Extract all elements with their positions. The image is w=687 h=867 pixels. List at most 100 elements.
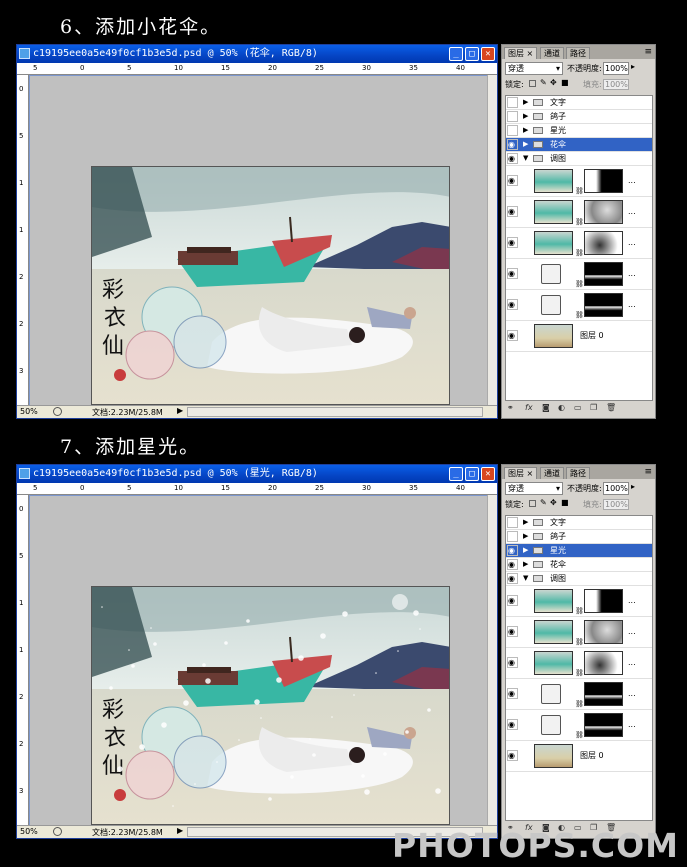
- vertical-scrollbar[interactable]: [487, 75, 497, 407]
- expand-right-icon[interactable]: ▶: [523, 516, 528, 529]
- tab-channels[interactable]: 通道: [540, 47, 564, 59]
- fill-input[interactable]: 100%: [603, 79, 629, 90]
- lock-all-icon[interactable]: ■: [561, 78, 569, 87]
- layer-row[interactable]: ◉ ⛓...: [506, 166, 652, 197]
- expand-down-icon[interactable]: ▼: [523, 572, 528, 585]
- status-menu-arrow-icon[interactable]: ▶: [177, 406, 183, 415]
- lock-move-icon[interactable]: ✥: [550, 78, 557, 87]
- layer-group-row[interactable]: ▶ 星光: [506, 124, 652, 138]
- add-mask-icon[interactable]: ◙: [542, 403, 550, 412]
- lock-transparency-icon[interactable]: [529, 500, 536, 507]
- layer-group-row[interactable]: ◉ ▶ 星光: [506, 544, 652, 558]
- canvas-area[interactable]: 彩 衣 仙: [30, 496, 488, 827]
- opacity-slider-arrow-icon[interactable]: ▸: [631, 482, 635, 491]
- minimize-button[interactable]: _: [449, 47, 463, 61]
- layer-group-row[interactable]: ▶ 鸽子: [506, 110, 652, 124]
- vertical-scrollbar[interactable]: [487, 495, 497, 827]
- tab-layers[interactable]: 图层 ×: [504, 47, 538, 59]
- opacity-slider-arrow-icon[interactable]: ▸: [631, 62, 635, 71]
- document-window[interactable]: c19195ee0a5e49f0cf1b3e5d.psd @ 50% (花伞, …: [16, 44, 498, 419]
- opacity-input[interactable]: 100%: [603, 482, 629, 495]
- layer-row[interactable]: ◉ ⛓...: [506, 617, 652, 648]
- layer-row[interactable]: ◉ ⛓...: [506, 710, 652, 741]
- more-dots: ...: [628, 300, 636, 309]
- layer-row[interactable]: ◉ ⛓...: [506, 679, 652, 710]
- status-menu-arrow-icon[interactable]: ▶: [177, 826, 183, 835]
- blend-mode-select[interactable]: 穿透 ▾: [505, 62, 563, 75]
- layer-row[interactable]: ◉ ⛓...: [506, 586, 652, 617]
- new-layer-icon[interactable]: ❐: [590, 403, 597, 412]
- layer-group-row[interactable]: ◉ ▶ 花伞: [506, 138, 652, 152]
- document-titlebar[interactable]: c19195ee0a5e49f0cf1b3e5d.psd @ 50% (星光, …: [17, 465, 497, 483]
- layer-group-row[interactable]: ▶ 鸽子: [506, 530, 652, 544]
- ruler-tick-label: 15: [221, 64, 230, 72]
- navigator-icon[interactable]: [53, 407, 62, 416]
- expand-right-icon[interactable]: ▶: [523, 124, 528, 137]
- lock-move-icon[interactable]: ✥: [550, 498, 557, 507]
- maximize-button[interactable]: □: [465, 47, 479, 61]
- horizontal-ruler[interactable]: 5 0 5 10 15 20 25 30 35 40: [17, 483, 497, 495]
- expand-right-icon[interactable]: ▶: [523, 110, 528, 123]
- horizontal-scrollbar[interactable]: [187, 407, 483, 417]
- layer-group-row[interactable]: ◉ ▼ 调图: [506, 152, 652, 166]
- opacity-input[interactable]: 100%: [603, 62, 629, 75]
- expand-right-icon[interactable]: ▶: [523, 558, 528, 571]
- expand-right-icon[interactable]: ▶: [523, 138, 528, 151]
- lock-paint-icon[interactable]: ✎: [540, 498, 547, 507]
- canvas-area[interactable]: 彩 衣 仙: [30, 76, 488, 407]
- layer-row[interactable]: ◉ ⛓...: [506, 259, 652, 290]
- layer-row[interactable]: ◉ ⛓...: [506, 290, 652, 321]
- panel-menu-icon[interactable]: ≡: [644, 47, 652, 57]
- expand-down-icon[interactable]: ▼: [523, 152, 528, 165]
- tab-paths[interactable]: 路径: [566, 47, 590, 59]
- minimize-button[interactable]: _: [449, 467, 463, 481]
- maximize-button[interactable]: □: [465, 467, 479, 481]
- lock-all-icon[interactable]: ■: [561, 498, 569, 507]
- vertical-ruler[interactable]: 0 5 1 1 2 2 3: [17, 495, 29, 827]
- zoom-field[interactable]: 50%: [20, 407, 38, 416]
- expand-right-icon[interactable]: ▶: [523, 530, 528, 543]
- delete-layer-icon[interactable]: 🗑: [606, 403, 616, 412]
- blend-mode-select[interactable]: 穿透 ▾: [505, 482, 563, 495]
- visibility-toggle[interactable]: [507, 531, 518, 542]
- layer-group-row[interactable]: ▶ 文字: [506, 516, 652, 530]
- vertical-ruler[interactable]: 0 5 1 1 2 2 3: [17, 75, 29, 407]
- layer-style-icon[interactable]: fx: [525, 403, 533, 412]
- layer-group-row[interactable]: ◉ ▶ 花伞: [506, 558, 652, 572]
- layer-group-row[interactable]: ◉ ▼ 调图: [506, 572, 652, 586]
- expand-right-icon[interactable]: ▶: [523, 96, 528, 109]
- visibility-toggle[interactable]: [507, 125, 518, 136]
- visibility-toggle[interactable]: [507, 111, 518, 122]
- zoom-field[interactable]: 50%: [20, 827, 38, 836]
- lock-transparency-icon[interactable]: [529, 80, 536, 87]
- document-titlebar[interactable]: c19195ee0a5e49f0cf1b3e5d.psd @ 50% (花伞, …: [17, 45, 497, 63]
- navigator-icon[interactable]: [53, 827, 62, 836]
- layer-row[interactable]: ◉ 图层 0: [506, 321, 652, 352]
- ruler-tick-label: 25: [315, 484, 324, 492]
- layer-row[interactable]: ◉ ⛓...: [506, 648, 652, 679]
- fill-input[interactable]: 100%: [603, 499, 629, 510]
- close-button[interactable]: ✕: [481, 47, 495, 61]
- horizontal-ruler[interactable]: 5 0 5 10 15 20 25 30 35 40: [17, 63, 497, 75]
- layer-group-row[interactable]: ▶ 文字: [506, 96, 652, 110]
- new-group-icon[interactable]: ▭: [574, 403, 582, 412]
- layer-row[interactable]: ◉ ⛓...: [506, 197, 652, 228]
- panel-menu-icon[interactable]: ≡: [644, 467, 652, 477]
- layer-row[interactable]: ◉ 图层 0: [506, 741, 652, 772]
- layer-row[interactable]: ◉ ⛓...: [506, 228, 652, 259]
- close-button[interactable]: ✕: [481, 467, 495, 481]
- panel-tabs: 图层 × 通道 路径 ≡: [502, 465, 655, 479]
- tab-channels[interactable]: 通道: [540, 467, 564, 479]
- eye-icon: ◉: [508, 574, 515, 583]
- adjustment-layer-icon[interactable]: ◐: [558, 403, 565, 412]
- link-layers-icon[interactable]: ⚭: [507, 403, 514, 412]
- document-window[interactable]: c19195ee0a5e49f0cf1b3e5d.psd @ 50% (星光, …: [16, 464, 498, 839]
- expand-right-icon[interactable]: ▶: [523, 544, 528, 557]
- visibility-toggle[interactable]: [507, 517, 518, 528]
- tab-layers[interactable]: 图层 ×: [504, 467, 538, 479]
- eye-icon: ◉: [508, 689, 515, 698]
- layer-name: 图层 0: [580, 751, 604, 760]
- tab-paths[interactable]: 路径: [566, 467, 590, 479]
- lock-paint-icon[interactable]: ✎: [540, 78, 547, 87]
- visibility-toggle[interactable]: [507, 97, 518, 108]
